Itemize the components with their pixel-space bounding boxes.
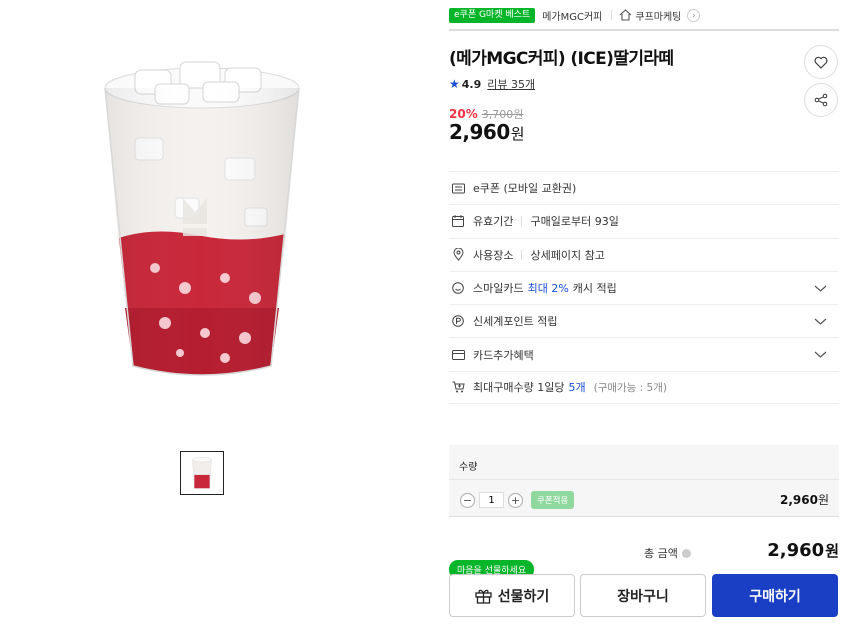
store-link[interactable]: 쿠프마케팅 › [619, 8, 701, 23]
line-price-number: 2,960 [779, 493, 818, 507]
max-purchase-note: (구매가능 : 5개) [593, 381, 667, 394]
total-label: 총 금액 [644, 547, 678, 560]
divider [521, 249, 523, 260]
buy-now-button[interactable]: 구매하기 [712, 574, 838, 617]
quantity-minus-button[interactable]: − [460, 492, 475, 508]
total-amount-unit: 원 [825, 542, 839, 560]
gift-icon [475, 589, 492, 604]
gift-button-label: 선물하기 [497, 588, 550, 605]
max-purchase-highlight: 5개 [568, 381, 586, 395]
star-icon: ★ [449, 77, 460, 91]
share-button[interactable] [804, 83, 838, 117]
smile-icon [451, 281, 465, 295]
add-to-cart-button[interactable]: 장바구니 [580, 574, 706, 617]
total-label-wrap: 총 금액 [644, 545, 691, 561]
chevron-down-icon [814, 285, 827, 292]
home-icon [620, 9, 632, 21]
smile-card-highlight: 최대 2% [527, 282, 569, 296]
product-title: (메가MGC커피) (ICE)딸기라떼 [449, 49, 674, 69]
quantity-plus-button[interactable]: + [508, 492, 523, 508]
help-icon[interactable] [681, 548, 691, 558]
rating-score: 4.9 [461, 77, 482, 91]
coupon-apply-button[interactable]: 쿠폰적용 [531, 491, 575, 509]
location-pin-icon [451, 248, 465, 262]
sale-price: 2,960 원 [449, 120, 525, 144]
ticket-icon [451, 181, 465, 195]
store-name: 쿠프마케팅 [635, 11, 682, 23]
rating-row: ★ 4.9 리뷰 35개 [449, 76, 535, 92]
info-row-ssg-point[interactable]: 신세계포인트 적립 [449, 304, 839, 337]
smile-card-prefix: 스마일카드 [473, 282, 524, 296]
cart-plus-icon [451, 380, 465, 394]
wishlist-button[interactable] [804, 45, 838, 79]
discount-rate: 20% [449, 107, 478, 121]
quantity-label: 수량 [459, 462, 478, 473]
divider [611, 10, 613, 20]
expiry-value: 구매일로부터 93일 [530, 215, 619, 229]
sale-price-number: 2,960 [449, 120, 510, 144]
info-row-place: 사용장소 상세페이지 참고 [449, 237, 839, 271]
total-amount: 2,960 원 [767, 540, 839, 561]
chevron-down-icon [814, 352, 827, 359]
badge-row: e쿠폰 G마켓 베스트 메가MGC커피 쿠프마케팅 › [449, 6, 701, 24]
quantity-input[interactable] [479, 492, 504, 508]
sale-price-unit: 원 [510, 125, 525, 143]
coupon-type: e쿠폰 (모바일 교환권) [473, 182, 577, 196]
chevron-down-icon [814, 318, 827, 325]
smile-card-suffix: 캐시 적립 [572, 282, 617, 296]
calendar-icon [451, 214, 465, 228]
product-main-image [95, 48, 309, 388]
top-divider [449, 29, 839, 31]
quantity-stepper: − + 쿠폰적용 [460, 491, 575, 509]
info-row-type: e쿠폰 (모바일 교환권) [449, 171, 839, 204]
info-row-smile-card[interactable]: 스마일카드 최대 2% 캐시 적립 [449, 270, 839, 304]
expiry-label: 유효기간 [473, 215, 514, 229]
info-row-card-benefit[interactable]: 카드추가혜택 [449, 337, 839, 370]
share-icon [814, 93, 828, 107]
line-price-unit: 원 [817, 493, 829, 507]
point-icon [451, 314, 465, 328]
place-label: 사용장소 [473, 248, 514, 262]
info-row-expiry: 유효기간 구매일로부터 93일 [449, 204, 839, 237]
review-link[interactable]: 리뷰 35개 [487, 76, 535, 92]
divider [521, 216, 523, 227]
chevron-right-icon: › [687, 8, 701, 22]
quantity-box: 수량 − + 쿠폰적용 2,960원 [449, 445, 839, 517]
ecoupon-best-badge[interactable]: e쿠폰 G마켓 베스트 [449, 7, 536, 23]
credit-card-icon [451, 348, 465, 362]
card-benefit-label: 카드추가혜택 [473, 348, 534, 362]
place-value: 상세페이지 참고 [530, 248, 605, 262]
max-purchase-prefix: 최대구매수량 1일당 [473, 381, 565, 395]
divider [449, 479, 839, 480]
ssg-point-label: 신세계포인트 적립 [473, 315, 558, 329]
product-thumbnail[interactable] [180, 451, 224, 495]
brand-link[interactable]: 메가MGC커피 [542, 8, 602, 23]
info-row-max-purchase: 최대구매수량 1일당 5개 (구매가능 : 5개) [449, 370, 839, 405]
product-info-list: e쿠폰 (모바일 교환권) 유효기간 구매일로부터 93일 사용장소 상세페이지… [449, 171, 839, 405]
line-price: 2,960원 [780, 491, 829, 508]
total-amount-number: 2,960 [767, 540, 825, 561]
heart-icon [814, 56, 828, 69]
gift-button[interactable]: 선물하기 [449, 574, 575, 617]
